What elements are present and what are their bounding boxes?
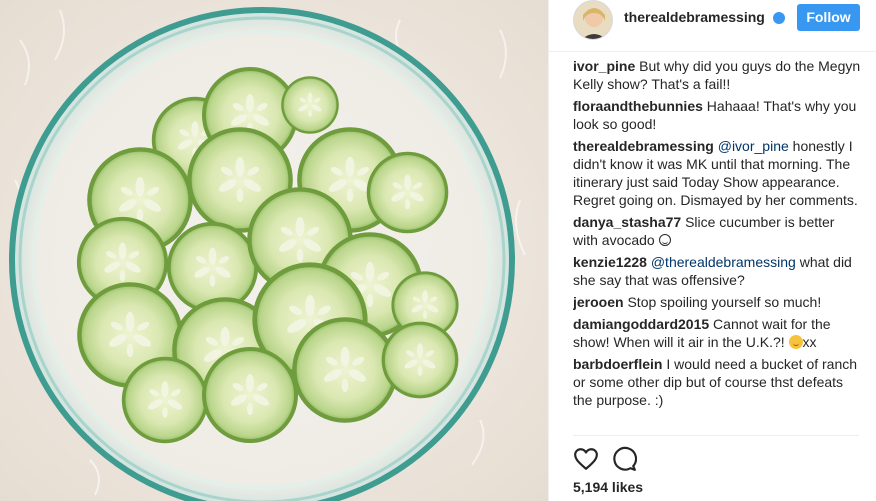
speech-bubble-icon: [613, 446, 638, 471]
comment-text-tail: xx: [802, 334, 817, 350]
comment-username[interactable]: therealdebramessing: [573, 138, 714, 154]
comments-list[interactable]: ivor_pine But why did you guys do the Me…: [573, 57, 863, 435]
comment: ivor_pine But why did you guys do the Me…: [573, 57, 863, 93]
likes-count[interactable]: 5,194 likes: [573, 479, 643, 495]
comment: jerooen Stop spoiling yourself so much!: [573, 293, 863, 311]
smiley-emoji-icon: [658, 234, 671, 246]
comment-text: Stop spoiling yourself so much!: [623, 294, 822, 310]
comment: danya_stasha77 Slice cucumber is better …: [573, 213, 863, 249]
avatar[interactable]: [573, 0, 613, 40]
comment-username[interactable]: ivor_pine: [573, 58, 635, 74]
comment-button[interactable]: [611, 446, 638, 472]
follow-button[interactable]: Follow: [797, 4, 860, 31]
comment-username[interactable]: barbdoerflein: [573, 356, 662, 372]
comment-mention[interactable]: @ivor_pine: [718, 138, 789, 154]
verified-badge-icon: [773, 12, 785, 24]
comment-username[interactable]: damiangoddard2015: [573, 316, 709, 332]
relieved-face-emoji-icon: [788, 335, 803, 349]
comment-username[interactable]: jerooen: [573, 294, 624, 310]
comment: damiangoddard2015 Cannot wait for the sh…: [573, 315, 863, 351]
post-photo[interactable]: [0, 0, 548, 501]
profile-photo: [574, 1, 612, 39]
comment-username[interactable]: danya_stasha77: [573, 214, 681, 230]
comment-username[interactable]: kenzie1228: [573, 254, 647, 270]
comment-mention[interactable]: @therealdebramessing: [651, 254, 796, 270]
comment: kenzie1228 @therealdebramessing what did…: [573, 253, 863, 289]
post-header: therealdebramessing Follow: [549, 0, 876, 52]
header-username[interactable]: therealdebramessing: [624, 9, 765, 25]
divider: [573, 435, 859, 436]
cucumber-bowl-image: [0, 0, 548, 501]
comment-username[interactable]: floraandthebunnies: [573, 98, 703, 114]
heart-icon: [574, 448, 598, 470]
comment: floraandthebunnies Hahaaa! That's why yo…: [573, 97, 863, 133]
comment: barbdoerflein I would need a bucket of r…: [573, 355, 863, 409]
like-button[interactable]: [573, 446, 599, 472]
comments-panel: therealdebramessing Follow ivor_pine But…: [548, 0, 876, 501]
comment: therealdebramessing @ivor_pine honestly …: [573, 137, 863, 209]
